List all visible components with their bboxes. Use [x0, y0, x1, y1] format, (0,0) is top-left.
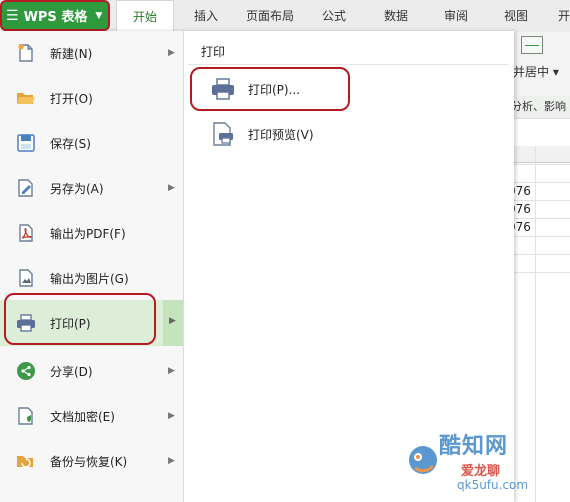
wps-button-highlight-ring — [0, 0, 110, 31]
watermark-text: 酷知网 — [439, 434, 509, 459]
merge-cells-icon[interactable] — [521, 36, 543, 54]
share-icon — [17, 362, 35, 380]
print-preview-icon — [213, 122, 233, 146]
menu-item-new[interactable]: 新建(N) ▶ — [0, 33, 183, 73]
tab-insert[interactable]: 插入 — [186, 0, 226, 32]
menu-item-label: 文档加密(E) — [50, 409, 115, 424]
grid-line — [505, 200, 570, 201]
tab-view[interactable]: 视图 — [496, 0, 536, 32]
chevron-right-icon: ▶ — [168, 366, 175, 376]
menu-item-save-as[interactable]: 另存为(A) ▶ — [0, 168, 183, 208]
menu-item-label: 输出为图片(G) — [50, 271, 129, 286]
menu-item-encrypt[interactable]: 文档加密(E) ▶ — [0, 396, 183, 436]
ribbon-tab-bar: ☰ WPS 表格 ▼ 开始 插入 页面布局 公式 数据 审阅 视图 开 — [0, 0, 570, 33]
watermark-url: qk5ufu.com — [457, 478, 529, 492]
analysis-bar: 分析、影响 — [508, 96, 570, 119]
grid-line — [505, 236, 570, 237]
chevron-right-icon: ▶ — [168, 456, 175, 466]
open-folder-icon — [17, 93, 35, 104]
menu-item-export-image[interactable]: 输出为图片(G) — [0, 258, 183, 298]
new-doc-icon — [18, 44, 33, 62]
tab-more[interactable]: 开 — [552, 0, 570, 32]
tab-home[interactable]: 开始 — [116, 0, 174, 32]
menu-item-export-pdf[interactable]: 输出为PDF(F) — [0, 213, 183, 253]
menu-item-label: 打开(O) — [50, 91, 93, 106]
pdf-icon — [19, 224, 33, 242]
encrypt-icon — [18, 407, 33, 425]
grid-line — [505, 164, 570, 165]
grid-line — [505, 272, 570, 273]
watermark-text: 爱龙聊 — [461, 464, 501, 479]
menu-item-label: 新建(N) — [50, 46, 93, 61]
submenu-item-label: 打印预览(V) — [248, 128, 314, 142]
menu-item-save[interactable]: 保存(S) — [0, 123, 183, 163]
menu-item-backup[interactable]: 备份与恢复(K) ▶ — [0, 441, 183, 481]
grid-line — [505, 218, 570, 219]
submenu-title: 打印 — [201, 45, 226, 59]
print-highlight-ring — [4, 293, 156, 345]
save-as-icon — [18, 179, 33, 197]
menu-item-label: 保存(S) — [50, 136, 91, 151]
image-export-icon — [19, 269, 33, 287]
chevron-right-icon: ▶ — [169, 316, 176, 326]
menu-item-open[interactable]: 打开(O) — [0, 78, 183, 118]
menu-item-label: 备份与恢复(K) — [50, 454, 128, 469]
watermark-mascot-icon — [409, 446, 437, 474]
grid-line — [505, 182, 570, 183]
menu-item-label: 分享(D) — [50, 364, 93, 379]
menu-item-label: 另存为(A) — [50, 181, 104, 196]
chevron-right-icon: ▶ — [168, 183, 175, 193]
chevron-right-icon: ▶ — [168, 411, 175, 421]
tab-data[interactable]: 数据 — [376, 0, 416, 32]
grid-line — [505, 254, 570, 255]
tab-page-layout[interactable]: 页面布局 — [240, 0, 300, 32]
chevron-right-icon: ▶ — [168, 48, 175, 58]
backup-icon — [17, 456, 33, 468]
save-icon — [17, 134, 35, 152]
print-submenu-highlight-ring — [190, 67, 350, 111]
tab-review[interactable]: 审阅 — [436, 0, 476, 32]
menu-item-label: 输出为PDF(F) — [50, 226, 126, 241]
merge-center-button[interactable]: 并居中 ▾ — [513, 63, 559, 80]
menu-item-share[interactable]: 分享(D) ▶ — [0, 351, 183, 391]
submenu-item-print-preview[interactable]: 打印预览(V) — [196, 113, 496, 153]
print-submenu-arrow[interactable]: ▶ — [163, 300, 183, 346]
submenu-divider — [188, 64, 508, 65]
column-header — [505, 146, 570, 163]
watermark-logo: 酷知网 爱龙聊 qk5ufu.com — [405, 428, 565, 500]
tab-formulas[interactable]: 公式 — [314, 0, 354, 32]
